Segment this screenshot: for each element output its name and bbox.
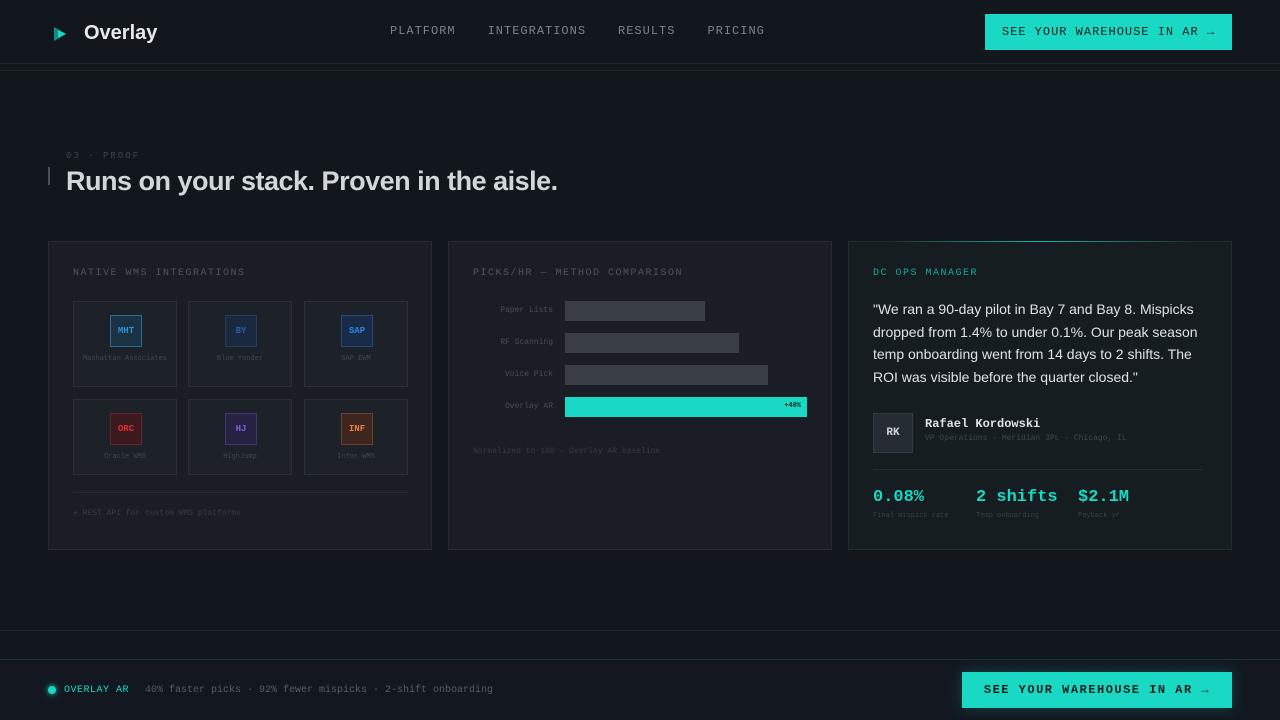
testimonial-label: DC OPS MANAGER: [873, 268, 979, 279]
bar: [565, 333, 739, 353]
wms-name: SAP EWM: [341, 355, 371, 363]
integrations-label: NATIVE WMS INTEGRATIONS: [73, 268, 246, 279]
footer-cta-button[interactable]: SEE YOUR WAREHOUSE IN AR →: [962, 672, 1232, 708]
bar: [565, 301, 705, 321]
integrations-card: NATIVE WMS INTEGRATIONS MHT Manhattan As…: [48, 241, 432, 550]
footer-separator: [0, 630, 1280, 631]
footer-tagline: 40% faster picks · 92% fewer mispicks · …: [145, 685, 494, 696]
card-accent-line: [889, 241, 1193, 242]
logo[interactable]: Overlay: [52, 22, 157, 45]
footer-brand: OVERLAY AR: [64, 685, 130, 696]
wms-tile-infor[interactable]: INF Infor WMS: [304, 399, 408, 475]
manhattan-logo-icon: MHT: [110, 315, 142, 347]
api-footnote: + REST API for custom WMS platforms: [73, 509, 242, 518]
bar-row: Overlay AR +40%: [449, 397, 833, 417]
wms-tile-oracle[interactable]: ORC Oracle WMS: [73, 399, 177, 475]
sticky-footer-bar: OVERLAY AR 40% faster picks · 92% fewer …: [0, 659, 1280, 720]
nav-links: PLATFORM INTEGRATIONS RESULTS PRICING: [390, 24, 797, 38]
stat-value: 2 shifts: [976, 488, 1058, 507]
stat-onboarding: 2 shifts Temp onboarding: [976, 488, 1058, 520]
person-name: Rafael Kordowski: [925, 417, 1041, 431]
blue-yonder-logo-icon: BY: [225, 315, 257, 347]
testimonial-card: DC OPS MANAGER "We ran a 90-day pilot in…: [848, 241, 1232, 550]
nav-link-results[interactable]: RESULTS: [618, 24, 675, 38]
bar: [565, 365, 768, 385]
highjump-logo-icon: HJ: [225, 413, 257, 445]
testimonial-divider: [873, 469, 1203, 470]
comparison-label: PICKS/HR — METHOD COMPARISON: [473, 268, 684, 279]
bar-row: RF Scanning: [449, 333, 833, 353]
bar-row: Paper Lists: [449, 301, 833, 321]
stat-label: Payback yr: [1078, 512, 1121, 520]
wms-name: Infor WMS: [337, 453, 375, 461]
bar-label: Overlay AR: [504, 402, 553, 411]
section-title: Runs on your stack. Proven in the aisle.: [66, 166, 558, 196]
top-nav: Overlay PLATFORM INTEGRATIONS RESULTS PR…: [0, 0, 1280, 64]
comparison-card: PICKS/HR — METHOD COMPARISON Paper Lists…: [448, 241, 832, 550]
wms-name: HighJump: [223, 453, 257, 461]
status-dot-icon: [48, 686, 56, 694]
nav-link-platform[interactable]: PLATFORM: [390, 24, 456, 38]
avatar: RK: [873, 413, 913, 453]
stat-value: 0.08%: [873, 488, 925, 507]
brand-name: Overlay: [84, 22, 158, 44]
chart-note: Normalized to 100 · Overlay AR baseline: [473, 447, 661, 456]
stat-value: $2.1M: [1078, 488, 1130, 507]
nav-divider: [0, 70, 1280, 71]
bar-row: Voice Pick: [449, 365, 833, 385]
header-cta-button[interactable]: SEE YOUR WAREHOUSE IN AR →: [985, 14, 1232, 50]
stat-label: Temp onboarding: [976, 512, 1040, 520]
nav-link-integrations[interactable]: INTEGRATIONS: [488, 24, 586, 38]
card-divider: [73, 492, 408, 493]
wms-tile-highjump[interactable]: HJ HighJump: [188, 399, 292, 475]
stat-mispick: 0.08% Final mispick rate: [873, 488, 949, 520]
stat-payback: $2.1M Payback yr: [1078, 488, 1129, 520]
wms-name: Manhattan Associates: [82, 355, 167, 363]
wms-name: Oracle WMS: [103, 453, 146, 461]
bar-label: Paper Lists: [500, 306, 553, 315]
wms-grid: MHT Manhattan Associates BY Blue Yonder …: [73, 301, 408, 476]
testimonial-quote: "We ran a 90-day pilot in Bay 7 and Bay …: [873, 301, 1198, 385]
wms-tile-manhattan[interactable]: MHT Manhattan Associates: [73, 301, 177, 387]
sap-logo-icon: SAP: [341, 315, 373, 347]
wms-name: Blue Yonder: [216, 355, 264, 363]
person-role: VP Operations · Meridian 3PL · Chicago, …: [925, 434, 1127, 443]
nav-link-pricing[interactable]: PRICING: [707, 24, 764, 38]
oracle-logo-icon: ORC: [110, 413, 142, 445]
overlay-logo-icon: [54, 26, 66, 41]
title-accent-bar: [48, 167, 50, 185]
bar-label: Voice Pick: [504, 370, 553, 379]
infor-logo-icon: INF: [341, 413, 373, 445]
bar-label: RF Scanning: [500, 338, 553, 347]
bar-data-label: +40%: [784, 402, 801, 410]
bar: +40%: [565, 397, 807, 417]
wms-tile-sap[interactable]: SAP SAP EWM: [304, 301, 408, 387]
stat-label: Final mispick rate: [873, 512, 949, 520]
wms-tile-blue-yonder[interactable]: BY Blue Yonder: [188, 301, 292, 387]
section-eyebrow: 03 · PROOF: [66, 151, 141, 161]
